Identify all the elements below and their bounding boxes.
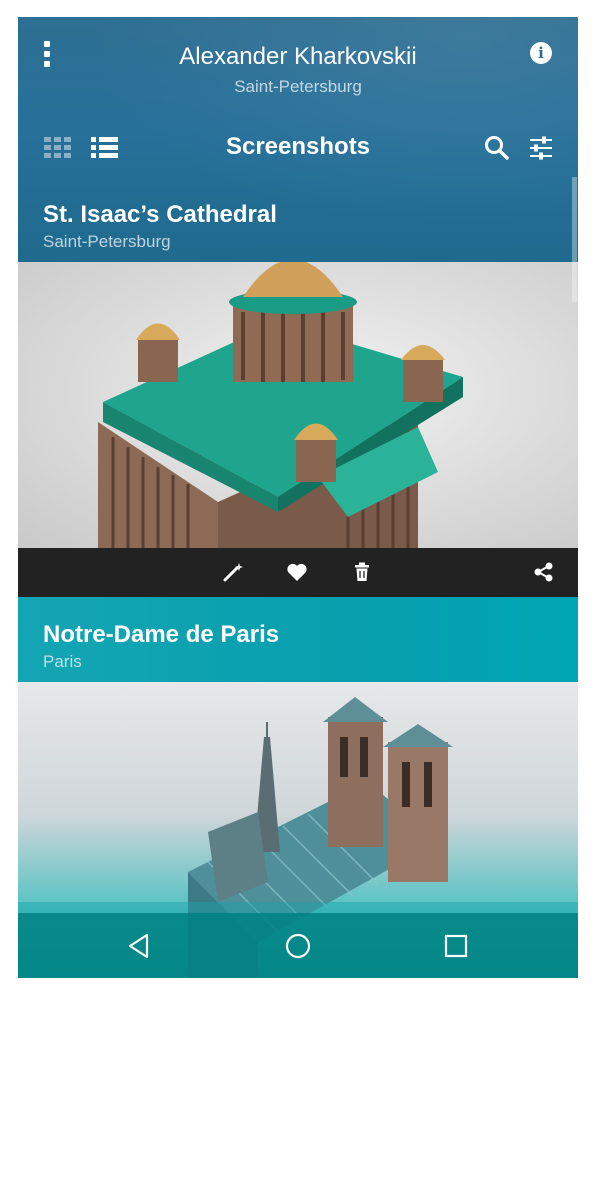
magic-wand-icon[interactable]: [222, 561, 244, 583]
recents-square-icon[interactable]: [442, 932, 470, 960]
profile-header: Alexander Kharkovskii Saint-Petersburg i…: [18, 17, 578, 262]
scrollbar[interactable]: [572, 177, 577, 302]
card-header[interactable]: St. Isaac’s Cathedral Saint-Petersburg: [18, 197, 578, 262]
card-city: Paris: [43, 652, 82, 671]
heart-icon[interactable]: [286, 561, 308, 583]
trash-icon[interactable]: [351, 561, 373, 583]
cathedral-screenshot-image[interactable]: [18, 262, 578, 548]
user-city: Saint-Petersburg: [234, 77, 362, 96]
card-title: St. Isaac’s Cathedral: [43, 201, 277, 228]
back-triangle-icon[interactable]: [126, 932, 154, 960]
card-title: Notre-Dame de Paris: [43, 621, 280, 648]
user-name: Alexander Kharkovskii: [179, 43, 417, 70]
home-circle-icon[interactable]: [284, 932, 312, 960]
share-icon[interactable]: [533, 561, 555, 583]
sliders-icon[interactable]: [529, 135, 553, 161]
app-screen: Alexander Kharkovskii Saint-Petersburg i…: [18, 17, 578, 978]
system-nav-bar: [18, 913, 578, 978]
search-icon[interactable]: [484, 135, 510, 161]
view-toolbar: Screenshots: [18, 129, 578, 165]
card-header[interactable]: Notre-Dame de Paris Paris: [18, 597, 578, 682]
info-icon[interactable]: i: [530, 42, 552, 64]
card-action-bar: [18, 548, 578, 597]
card-city: Saint-Petersburg: [43, 232, 171, 251]
